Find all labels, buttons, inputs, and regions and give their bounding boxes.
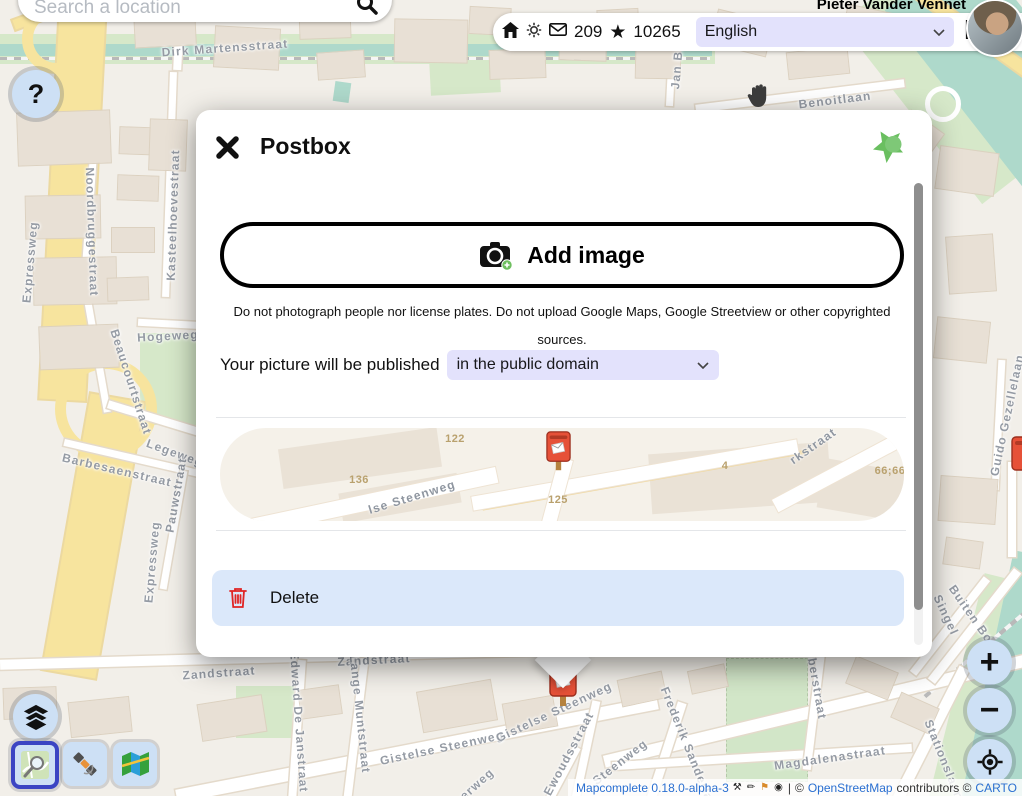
map-shape (934, 317, 990, 362)
minimap-label-house_66: 66;66 (875, 465, 904, 477)
language-select[interactable]: English (696, 17, 954, 47)
scrollbar-thumb[interactable] (914, 183, 923, 610)
license-select[interactable]: in the public domain (447, 350, 719, 380)
attribution-bar: Mapcomplete 0.18.0-alpha-3 ⚒ ✏ ⚑ ◉ | © O… (568, 779, 1022, 796)
street-label-expressweg_b: Expressweg (141, 521, 162, 604)
user-toolbar: 209 ★ 10265 English (493, 13, 1022, 51)
attr-contributors: contributors © (897, 781, 972, 795)
street-label-zandstraat_a: Zandstraat (182, 663, 256, 682)
location-minimap[interactable]: 122136125466;66lse Steenwegrkstraat (220, 428, 904, 521)
chevron-down-icon (697, 356, 709, 374)
search-input[interactable] (18, 0, 392, 22)
image-disclaimer: Do not photograph people nor license pla… (224, 298, 900, 354)
map-shape (688, 664, 728, 693)
attr-separator: | (788, 781, 791, 795)
trash-icon (228, 586, 248, 610)
osm-map-icon (20, 750, 50, 780)
divider (216, 530, 906, 531)
feature-popup: Postbox Add image Do not photograph peop… (196, 110, 932, 657)
license-row: Your picture will be published in the pu… (220, 350, 719, 380)
map-shape (943, 538, 982, 569)
zoom-out-label: − (980, 691, 1000, 730)
map-shape (333, 81, 352, 103)
messages-count: 209 (574, 22, 602, 42)
map-shape (946, 234, 996, 293)
geolocate-button[interactable] (967, 739, 1012, 784)
add-image-label: Add image (527, 242, 645, 269)
delete-button[interactable]: Delete (212, 570, 904, 626)
map-shape (68, 697, 131, 737)
street-label-erweg: erweg (457, 765, 497, 796)
map-shape (108, 277, 149, 300)
stars-count: 10265 (633, 22, 680, 42)
map-shape (935, 146, 998, 196)
popup-title: Postbox (260, 133, 351, 160)
minimap-label-house_4: 4 (722, 460, 729, 472)
license-value: in the public domain (457, 356, 599, 374)
minimap-label-house_136: 136 (349, 474, 369, 486)
help-label: ? (28, 79, 45, 110)
minimap-postbox-marker (545, 431, 572, 477)
mapcomplete-logo-icon (870, 130, 906, 171)
zoom-in-label: + (980, 643, 1000, 682)
chevron-down-icon (933, 23, 945, 41)
osm-link[interactable]: OpenStreetMap (808, 781, 893, 795)
map-shape (417, 680, 497, 732)
camera-icon (479, 240, 513, 270)
layers-button[interactable] (13, 694, 58, 739)
attr-copyright: © (795, 781, 804, 795)
pencil-icon: ✏ (747, 782, 756, 793)
zoom-out-button[interactable]: − (967, 688, 1012, 733)
help-button[interactable]: ? (12, 70, 60, 118)
language-value: English (705, 23, 757, 41)
map-shape (17, 110, 111, 165)
map-shape (490, 49, 546, 79)
home-icon[interactable] (502, 22, 519, 43)
map-shape (34, 257, 117, 304)
circle-icon: ◉ (774, 782, 784, 793)
avatar[interactable] (968, 1, 1022, 55)
delete-label: Delete (270, 588, 319, 608)
map-shape (787, 47, 849, 79)
popup-scrollbar[interactable] (914, 183, 923, 645)
street-label-jan_br: Jan Br (668, 44, 686, 90)
map-shape (317, 50, 365, 79)
hand-cursor-icon (747, 83, 771, 114)
zoom-in-button[interactable]: + (967, 640, 1012, 685)
folded-map-icon (120, 749, 150, 779)
mapcomplete-version-link[interactable]: Mapcomplete 0.18.0-alpha-3 (576, 781, 729, 795)
basemap-osm-button[interactable] (11, 741, 59, 789)
search-icon[interactable] (356, 0, 378, 20)
map-shape (395, 19, 468, 62)
close-icon[interactable] (214, 134, 241, 166)
hammer-icon: ⚒ (733, 782, 743, 793)
map-shape (112, 228, 154, 252)
satellite-icon (70, 749, 100, 779)
map-shape (118, 175, 159, 200)
basemap-map-button[interactable] (113, 742, 157, 786)
postbox-marker-partial[interactable] (1010, 436, 1022, 487)
add-image-button[interactable]: Add image (220, 222, 904, 288)
messages-icon[interactable] (549, 23, 567, 41)
username-label: Pieter Vander Vennet (817, 0, 966, 13)
basemap-satellite-button[interactable] (63, 742, 107, 786)
star-icon: ★ (609, 23, 626, 42)
minimap-label-house_125: 125 (548, 494, 568, 506)
map-shape (939, 476, 998, 524)
license-prefix: Your picture will be published (220, 355, 440, 375)
search-bar[interactable] (18, 0, 392, 22)
flag-icon: ⚑ (760, 782, 770, 793)
minimap-label-house_122: 122 (445, 433, 465, 445)
gear-icon[interactable] (526, 22, 542, 43)
layers-icon (22, 703, 50, 731)
crosshair-icon (976, 748, 1004, 776)
carto-link[interactable]: CARTO (975, 781, 1017, 795)
divider (216, 417, 906, 418)
